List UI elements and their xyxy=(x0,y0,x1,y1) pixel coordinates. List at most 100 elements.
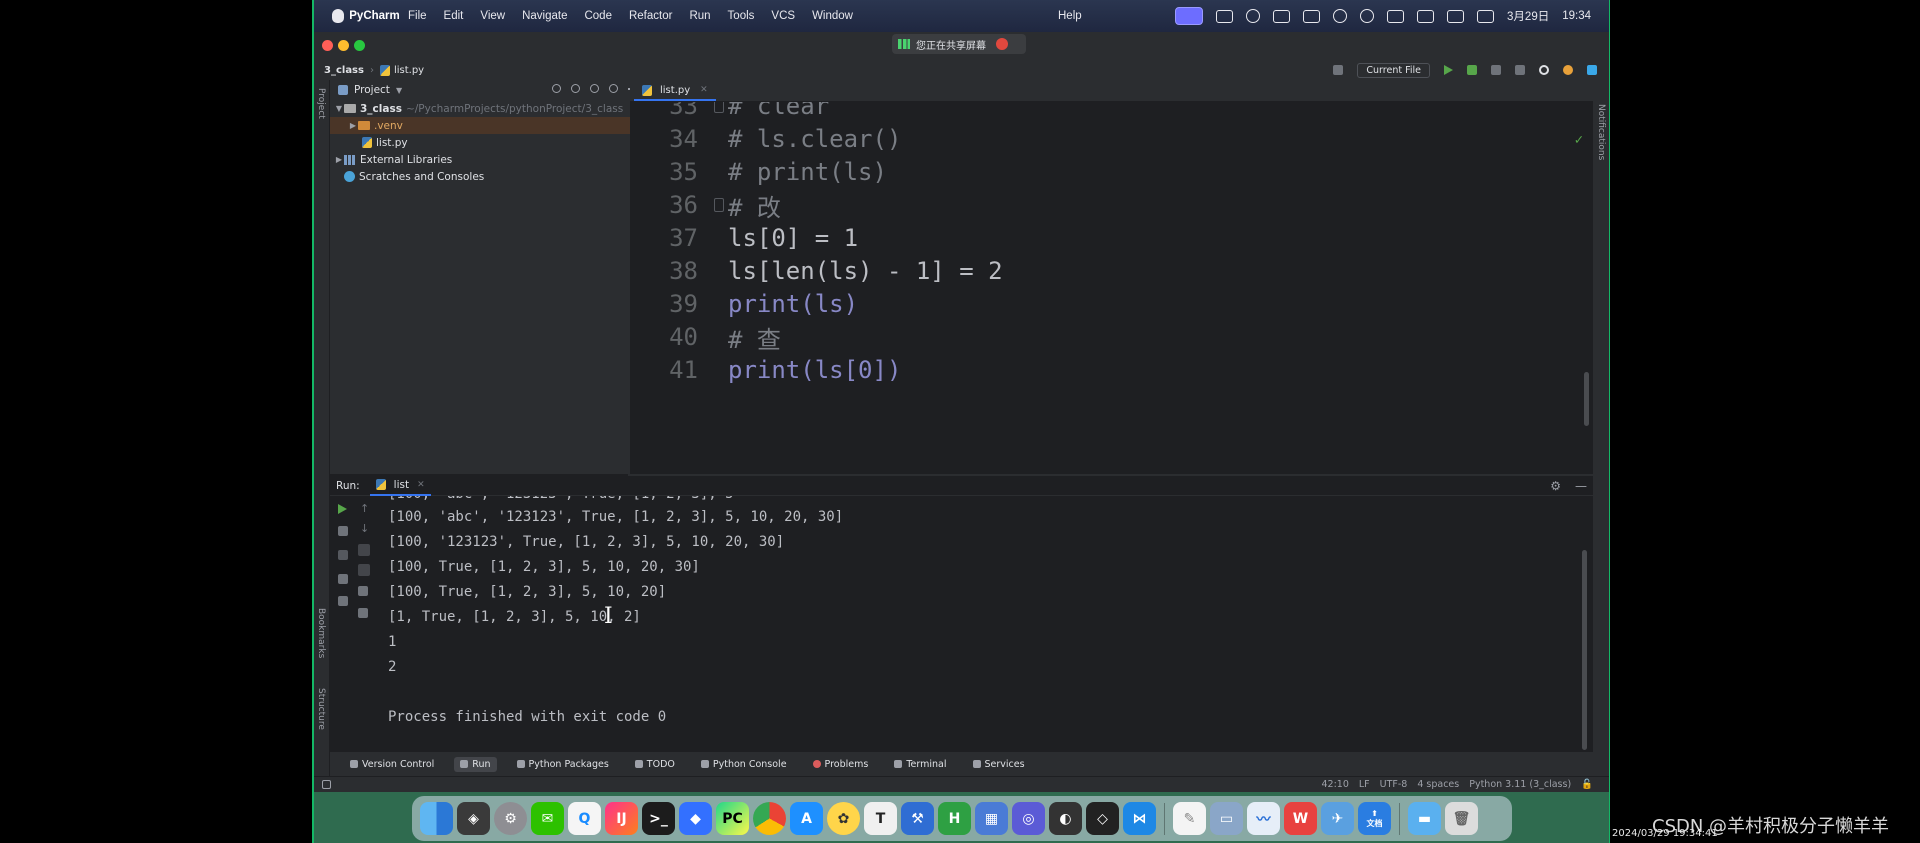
chevron-down-icon[interactable]: ▼ xyxy=(396,86,402,95)
gear-icon[interactable]: ⚙ xyxy=(1550,479,1561,493)
pin-icon[interactable] xyxy=(338,596,348,606)
scroll-to-end-icon[interactable] xyxy=(358,564,370,576)
link-icon[interactable] xyxy=(1417,9,1435,23)
breadcrumb-project[interactable]: 3_class xyxy=(324,65,364,76)
stop-share-icon[interactable] xyxy=(996,38,1008,50)
fold-icon[interactable] xyxy=(714,102,724,113)
lark-icon[interactable]: ◆ xyxy=(679,802,712,835)
menu-tools[interactable]: Tools xyxy=(728,10,755,22)
lark-tray-icon[interactable] xyxy=(1303,9,1321,23)
jetbrains-ai-icon[interactable] xyxy=(1587,65,1597,75)
typora-icon[interactable]: T xyxy=(864,802,897,835)
menu-refactor[interactable]: Refactor xyxy=(629,10,672,22)
menu-help[interactable]: Help xyxy=(1058,10,1082,22)
close-window-icon[interactable] xyxy=(322,40,333,51)
trash-icon[interactable] xyxy=(358,608,368,618)
layout-icon[interactable] xyxy=(338,574,348,584)
menu-file[interactable]: File xyxy=(408,10,427,22)
notes-icon[interactable]: ✎ xyxy=(1173,802,1206,835)
activity-icon[interactable]: 〰 xyxy=(1247,802,1280,835)
wechat-icon[interactable]: ✉ xyxy=(531,802,564,835)
tool-todo[interactable]: TODO xyxy=(629,757,681,772)
tool-version-control[interactable]: Version Control xyxy=(344,757,440,772)
stop-icon[interactable] xyxy=(338,550,348,560)
qq-icon[interactable]: Q xyxy=(568,802,601,835)
moon-icon[interactable] xyxy=(1246,9,1261,23)
fold-icon[interactable] xyxy=(714,198,724,212)
readdle-icon[interactable]: ◎ xyxy=(1012,802,1045,835)
hbuilder-icon[interactable]: H xyxy=(938,802,971,835)
update-icon[interactable] xyxy=(1563,65,1573,75)
cat-icon[interactable] xyxy=(1216,9,1234,23)
menu-view[interactable]: View xyxy=(480,10,505,22)
zoom-window-icon[interactable] xyxy=(354,40,365,51)
menu-vcs[interactable]: VCS xyxy=(771,10,795,22)
appstore-icon[interactable]: A xyxy=(790,802,823,835)
xcode-icon[interactable]: ⚒ xyxy=(901,802,934,835)
table-icon[interactable]: ▦ xyxy=(975,802,1008,835)
menu-navigate[interactable]: Navigate xyxy=(522,10,567,22)
tool-run[interactable]: Run xyxy=(454,756,497,772)
screenshare-icon[interactable]: ⬆ 文档 xyxy=(1358,802,1391,835)
wechat-tray-icon[interactable] xyxy=(1333,9,1348,23)
tree-item-scratches[interactable]: Scratches and Consoles xyxy=(330,168,643,185)
trash-icon[interactable]: 🗑 xyxy=(1445,802,1478,835)
editor-tab[interactable]: list.py ✕ xyxy=(634,81,716,101)
downloads-icon[interactable]: ▬ xyxy=(1408,802,1441,835)
tree-item-file[interactable]: list.py xyxy=(330,134,643,151)
tree-root[interactable]: ▼ 3_class ~/PycharmProjects/pythonProjec… xyxy=(330,100,643,117)
hide-icon[interactable]: — xyxy=(1575,479,1587,493)
project-panel-title[interactable]: Project xyxy=(354,84,390,96)
screen-icon[interactable] xyxy=(1273,9,1291,23)
caret-position[interactable]: 42:10 xyxy=(1321,779,1348,790)
indent-setting[interactable]: 4 spaces xyxy=(1417,779,1459,790)
minimize-window-icon[interactable] xyxy=(338,40,349,51)
finder-icon[interactable] xyxy=(420,802,453,835)
inspection-ok-icon[interactable]: ✓ xyxy=(1575,132,1583,148)
battery-icon[interactable] xyxy=(1447,9,1465,23)
editor-scrollbar[interactable] xyxy=(1584,372,1589,426)
unity-icon[interactable]: ◈ xyxy=(457,802,490,835)
menubar-date[interactable]: 3月29日 xyxy=(1507,8,1549,24)
screen-share-indicator[interactable]: 您正在共享屏幕 xyxy=(892,34,1026,54)
preview-icon[interactable]: ▭ xyxy=(1210,802,1243,835)
vscode-icon[interactable]: ⋈ xyxy=(1123,802,1156,835)
menubar-time[interactable]: 19:34 xyxy=(1562,10,1591,22)
breadcrumb-file[interactable]: list.py xyxy=(394,65,424,76)
run-console-output[interactable]: [100, 'abc', '123123', True, [1, 2, 3], … xyxy=(388,496,1578,752)
run-icon[interactable] xyxy=(1444,65,1453,75)
coverage-icon[interactable] xyxy=(1491,65,1501,75)
chevron-right-icon[interactable]: ▶ xyxy=(348,121,358,130)
keyboard-icon[interactable] xyxy=(1175,7,1204,25)
pycharm-icon[interactable]: PC xyxy=(716,802,749,835)
close-icon[interactable]: ✕ xyxy=(700,85,708,95)
chrome-icon[interactable] xyxy=(753,802,786,835)
code-area[interactable]: 33 # clear 34 # ls.clear() 35 # print(ls… xyxy=(630,102,1593,474)
search-icon[interactable] xyxy=(1539,65,1549,75)
tree-item-venv[interactable]: ▶ .venv xyxy=(330,117,643,134)
debug-icon[interactable] xyxy=(1467,65,1477,75)
bookmarks-tool-label[interactable]: Bookmarks xyxy=(316,608,326,658)
tool-windows-toggle-icon[interactable] xyxy=(322,780,331,789)
menu-code[interactable]: Code xyxy=(584,10,612,22)
menu-app-name[interactable]: PyCharm xyxy=(349,0,400,33)
chevron-down-icon[interactable]: ▼ xyxy=(334,104,344,113)
notifications-tool-label[interactable]: Notifications xyxy=(1596,104,1606,160)
baidu-icon[interactable]: ✿ xyxy=(827,802,860,835)
jetbrains-icon[interactable]: IJ xyxy=(605,802,638,835)
arrow-down-icon[interactable]: ↓ xyxy=(360,522,370,535)
tool-python-console[interactable]: Python Console xyxy=(695,757,793,772)
qq-tray-icon[interactable] xyxy=(1360,9,1375,23)
tool-terminal[interactable]: Terminal xyxy=(888,757,952,772)
print-icon[interactable] xyxy=(358,586,368,596)
tool-services[interactable]: Services xyxy=(967,757,1031,772)
menu-window[interactable]: Window xyxy=(812,10,853,22)
close-icon[interactable]: ✕ xyxy=(417,480,425,490)
panel-divider[interactable] xyxy=(628,474,1593,476)
file-encoding[interactable]: UTF-8 xyxy=(1380,779,1408,790)
rerun-icon[interactable] xyxy=(338,504,348,514)
menu-run[interactable]: Run xyxy=(689,10,710,22)
wps-icon[interactable]: W xyxy=(1284,802,1317,835)
safari-icon[interactable]: ✈ xyxy=(1321,802,1354,835)
collapse-all-icon[interactable] xyxy=(590,84,599,93)
